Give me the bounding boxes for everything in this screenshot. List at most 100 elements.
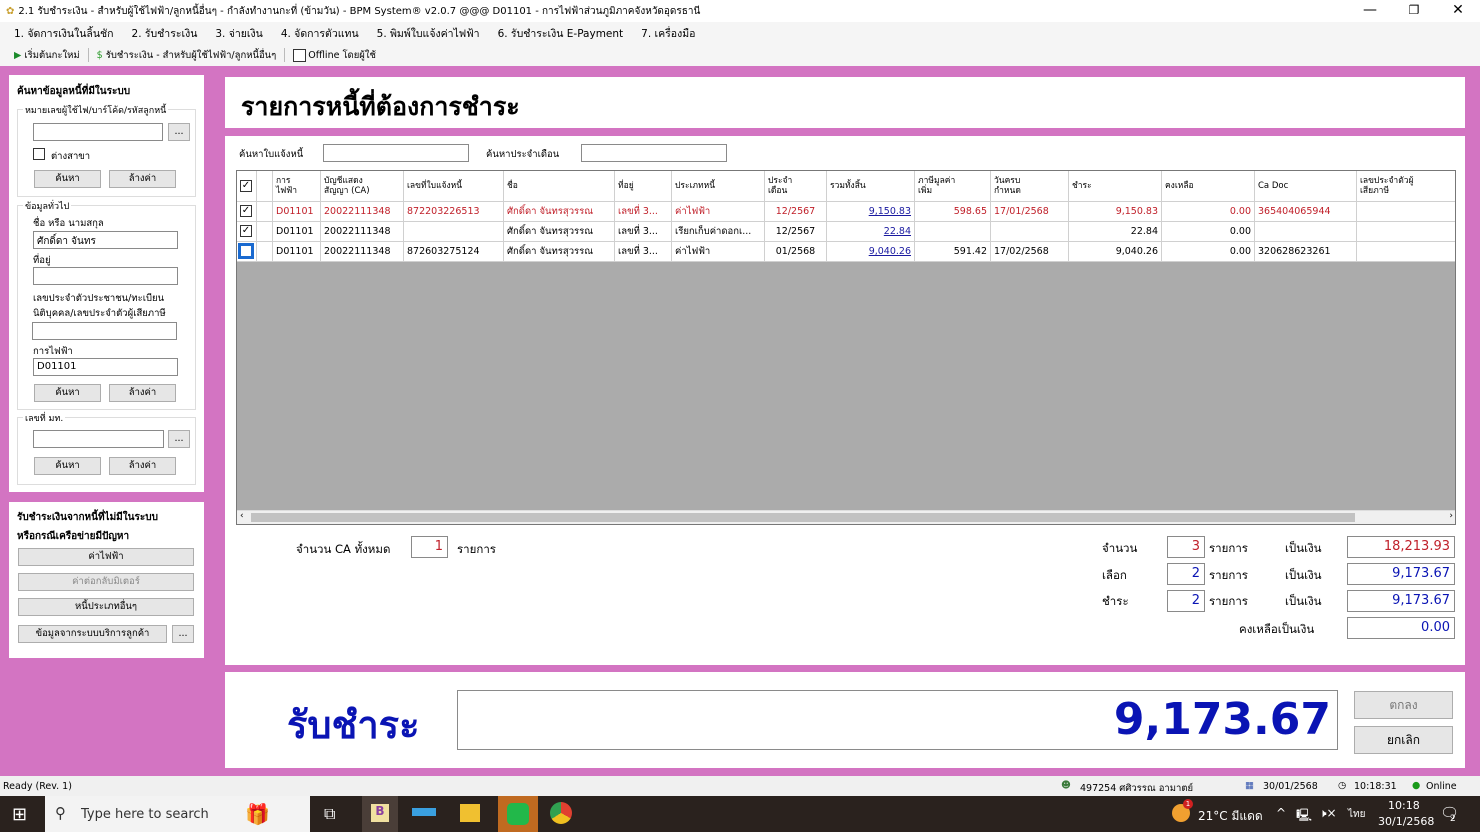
gift-icon: 🎁 <box>245 802 270 826</box>
offline-checkbox[interactable] <box>293 48 307 62</box>
cell-select[interactable]: ✓ <box>237 202 257 222</box>
tax-id-label-2: นิติบุคคล/เลขประจำตัวผู้เสียภาษี <box>33 308 166 319</box>
cell-invoice-no: 872603275124 <box>404 242 504 262</box>
scroll-thumb[interactable] <box>251 513 1355 522</box>
divider <box>284 48 286 62</box>
ca-total-label: จำนวน CA ทั้งหมด <box>296 542 391 556</box>
count-amount-label: เป็นเงิน <box>1285 541 1322 555</box>
menu-agents[interactable]: 4. จัดการตัวแทน <box>281 25 359 42</box>
volume-muted-icon[interactable]: 🕨× <box>1319 806 1337 821</box>
electricity-bill-button[interactable]: ค่าไฟฟ้า <box>18 548 194 566</box>
search-button-1[interactable]: ค้นหา <box>34 170 101 188</box>
cell-pea: D01101 <box>273 242 321 262</box>
toolbar-receive[interactable]: $ รับชำระเงิน - สำหรับผู้ใช้ไฟฟ้า/ลูกหนี… <box>97 48 277 63</box>
tax-id-label-1: เลขประจำตัวประชาชน/ทะเบียน <box>33 293 165 304</box>
cell-pea: D01101 <box>273 202 321 222</box>
pea-input[interactable]: D01101 <box>33 358 178 376</box>
selected-label: เลือก <box>1102 568 1127 582</box>
menu-pay[interactable]: 3. จ่ายเงิน <box>215 25 262 42</box>
file-explorer-icon[interactable] <box>460 804 480 822</box>
cell-due-date <box>991 222 1069 242</box>
language-indicator[interactable]: ไทย <box>1348 807 1365 822</box>
selected-unit: รายการ <box>1209 568 1248 582</box>
menu-epayment[interactable]: 6. รับชำระเงิน E-Payment <box>498 25 624 42</box>
clear-button-1[interactable]: ล้างค่า <box>109 170 176 188</box>
mt-number-group-label: เลขที่ มท. <box>23 411 66 425</box>
windows-start-icon[interactable]: ⊞ <box>12 804 27 825</box>
other-branch-checkbox[interactable] <box>33 148 45 160</box>
count-label: จำนวน <box>1102 541 1138 555</box>
toolbar-restart[interactable]: ▶ เริ่มต้นกะใหม่ <box>14 48 80 63</box>
header-vat: ภาษีมูลค่า เพิ่ม <box>915 171 991 202</box>
network-icon[interactable]: 🖳 <box>1296 806 1312 827</box>
cell-name: ศักดิ์ดา จันทรสุวรรณ <box>504 202 615 222</box>
customer-service-data-button[interactable]: ข้อมูลจากระบบบริการลูกค้า <box>18 625 167 643</box>
status-user: 497254 ศศิวรรณ อามาตย์ <box>1080 783 1194 794</box>
cell-pea: D01101 <box>273 222 321 242</box>
menu-cash-drawer[interactable]: 1. จัดการเงินในลิ้นชัก <box>14 25 114 42</box>
scroll-right-icon[interactable]: › <box>1449 511 1453 521</box>
bpm-app-icon[interactable]: B <box>362 796 398 832</box>
selected-value: 2 <box>1167 563 1205 585</box>
cancel-button[interactable]: ยกเลิก <box>1354 726 1453 754</box>
cell-paid: 9,040.26 <box>1069 242 1162 262</box>
chevron-up-icon[interactable]: ^ <box>1276 806 1286 820</box>
cell-name: ศักดิ์ดา จันทรสุวรรณ <box>504 242 615 262</box>
taskbar-date[interactable]: 30/1/2568 <box>1378 815 1434 828</box>
address-input[interactable] <box>33 267 178 285</box>
other-debt-button[interactable]: หนี้ประเภทอื่นๆ <box>18 598 194 616</box>
cell-paid: 22.84 <box>1069 222 1162 242</box>
customer-service-browse-button[interactable]: ... <box>172 625 194 643</box>
mt-number-input[interactable] <box>33 430 164 448</box>
search-button-3[interactable]: ค้นหา <box>34 457 101 475</box>
menu-receive-payment[interactable]: 2. รับชำระเงิน <box>132 25 198 42</box>
task-view-icon[interactable]: ⧉ <box>324 804 335 824</box>
offline-toggle[interactable]: Offline โดยผู้ใช้ <box>293 48 376 63</box>
cell-balance: 0.00 <box>1162 222 1255 242</box>
clear-button-3[interactable]: ล้างค่า <box>109 457 176 475</box>
customer-id-browse-button[interactable]: ... <box>168 123 190 141</box>
minimize-button[interactable]: — <box>1348 0 1392 22</box>
cell-address: เลขที่ 3... <box>615 242 672 262</box>
chrome-icon[interactable] <box>550 802 572 824</box>
tax-id-input[interactable] <box>32 322 177 340</box>
cell-month: 12/2567 <box>765 202 827 222</box>
line-app-icon[interactable] <box>498 796 538 832</box>
table-row[interactable]: ✓ D01101 20022111348 872203226513 ศักดิ์ดา จ… <box>237 202 1455 222</box>
cell-select[interactable] <box>237 242 257 262</box>
online-icon: ● <box>1412 780 1421 791</box>
play-icon: ▶ <box>14 49 22 61</box>
header-select[interactable]: ✓ <box>237 171 257 202</box>
table-row[interactable]: D01101 20022111348 872603275124 ศักดิ์ดา จั… <box>237 242 1455 262</box>
table-row[interactable]: ✓ D01101 20022111348 ศักดิ์ดา จันทรสุวรรณ เล… <box>237 222 1455 242</box>
customer-id-group-label: หมายเลขผู้ใช้ไฟ/บาร์โค้ด/รหัสลูกหนี้ <box>23 103 169 117</box>
scroll-left-icon[interactable]: ‹ <box>240 511 244 521</box>
taskbar-search[interactable]: ⚲ Type here to search 🎁 <box>45 796 310 832</box>
clear-button-2[interactable]: ล้างค่า <box>109 384 176 402</box>
ok-button[interactable]: ตกลง <box>1354 691 1453 719</box>
invoice-search-input[interactable] <box>323 144 469 162</box>
close-button[interactable]: ✕ <box>1436 0 1480 22</box>
row-checkbox[interactable]: ✓ <box>240 225 252 237</box>
name-input[interactable]: ศักดิ์ดา จันทร <box>33 231 178 249</box>
meter-reconnect-button[interactable]: ค่าต่อกลับมิเตอร์ <box>18 573 194 591</box>
search-button-2[interactable]: ค้นหา <box>34 384 101 402</box>
select-all-checkbox[interactable]: ✓ <box>240 180 252 192</box>
weather-text[interactable]: 21°C มีแดด <box>1198 807 1263 826</box>
menu-tools[interactable]: 7. เครื่องมือ <box>641 25 695 42</box>
taskbar-time[interactable]: 10:18 <box>1388 799 1420 812</box>
clock-icon: ◷ <box>1338 780 1347 791</box>
maximize-button[interactable]: ❐ <box>1392 0 1436 22</box>
row-checkbox[interactable] <box>238 243 254 259</box>
row-checkbox[interactable]: ✓ <box>240 205 252 217</box>
page-header: รายการหนี้ที่ต้องการชำระ <box>225 77 1465 128</box>
month-search-input[interactable] <box>581 144 727 162</box>
mt-number-browse-button[interactable]: ... <box>168 430 190 448</box>
menu-print-bill[interactable]: 5. พิมพ์ใบแจ้งค่าไฟฟ้า <box>377 25 480 42</box>
cell-select[interactable]: ✓ <box>237 222 257 242</box>
customer-id-input[interactable] <box>33 123 163 141</box>
app-icon-blue[interactable] <box>412 808 436 816</box>
header-indicator <box>257 171 273 202</box>
horizontal-scrollbar[interactable]: ‹ › <box>237 510 1455 524</box>
cell-ca-doc: 365404065944 <box>1255 202 1357 222</box>
